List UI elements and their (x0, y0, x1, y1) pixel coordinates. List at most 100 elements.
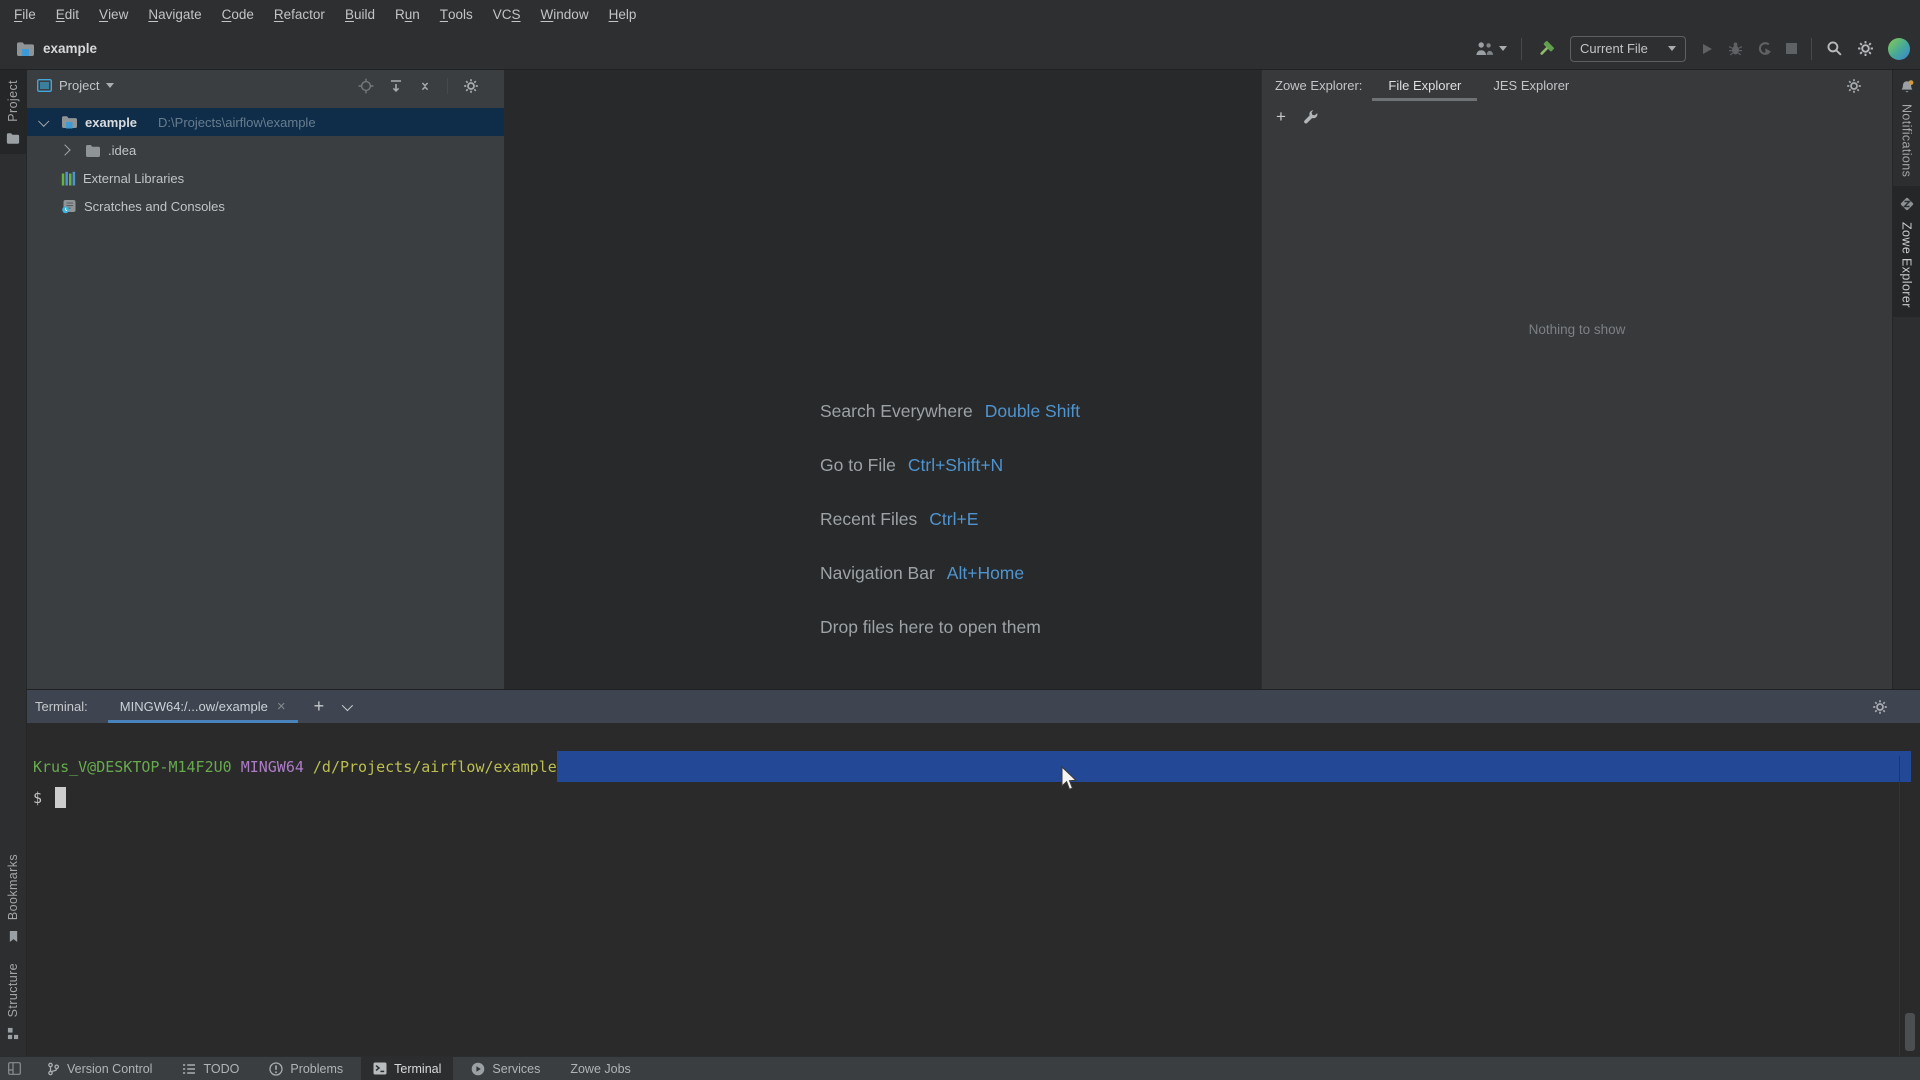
terminal-input-line[interactable]: $ (33, 782, 67, 813)
add-profile-button[interactable]: + (1276, 108, 1286, 125)
menu-bar: File Edit View Navigate Code Refactor Bu… (0, 0, 1920, 28)
menu-item[interactable]: File (4, 0, 46, 28)
run-configuration-select[interactable]: Current File (1570, 35, 1686, 62)
terminal-output[interactable]: Krus_V@DESKTOP-M14F2U0 MINGW64 /d/Projec… (27, 723, 1920, 1057)
tool-tab-notifications-label: Notifications (1899, 104, 1914, 178)
close-icon[interactable]: × (277, 698, 286, 715)
menu-item[interactable]: Code (212, 0, 264, 28)
tool-tab-structure[interactable]: Structure (0, 953, 27, 1050)
code-with-me-button[interactable] (1475, 41, 1507, 56)
menu-item[interactable]: Build (335, 0, 385, 28)
gear-icon[interactable] (463, 78, 479, 94)
tree-row-scratches[interactable]: Scratches and Consoles (27, 192, 504, 220)
tool-window-switcher-button[interactable] (0, 1057, 29, 1080)
editor-area: Search Everywhere Double Shift Go to Fil… (505, 70, 1261, 689)
toolbar-separator (447, 77, 448, 94)
menu-item[interactable]: Run (385, 0, 430, 28)
shortcut-row: Search Everywhere Double Shift (820, 384, 1080, 438)
scratches-icon (61, 199, 77, 214)
terminal-env: MINGW64 (240, 757, 304, 776)
project-widget[interactable]: example (0, 41, 97, 57)
statusbar-todo[interactable]: TODO (170, 1057, 251, 1080)
zowe-icon (1898, 195, 1916, 213)
terminal-user-host: Krus_V@DESKTOP-M14F2U0 (33, 757, 232, 776)
menu-item[interactable]: VC S (483, 0, 531, 28)
terminal-tab[interactable]: MINGW64:/...ow/example × (108, 690, 298, 723)
tool-tab-project[interactable]: Project (0, 70, 27, 154)
services-icon (471, 1062, 485, 1076)
search-icon (1826, 40, 1843, 57)
statusbar-zowe-jobs[interactable]: Zowe Jobs (558, 1057, 642, 1080)
statusbar-services[interactable]: Services (459, 1057, 552, 1080)
project-panel-header: Project (27, 70, 504, 101)
statusbar-item-label: TODO (203, 1061, 240, 1076)
chevron-down-icon[interactable] (341, 699, 354, 711)
tab-file-explorer[interactable]: File Explorer (1372, 70, 1477, 101)
tree-row-idea[interactable]: .idea (27, 136, 504, 164)
menu-item[interactable]: Navigate (138, 0, 211, 28)
stop-button[interactable] (1786, 43, 1797, 54)
gear-icon[interactable] (1872, 699, 1888, 715)
run-configuration-value: Current File (1580, 41, 1648, 56)
tab-jes-explorer[interactable]: JES Explorer (1477, 70, 1585, 101)
chevron-down-icon[interactable] (106, 83, 115, 88)
tree-row-example[interactable]: example D:\Projects\airflow\example (27, 108, 504, 136)
menu-item[interactable]: View (89, 0, 138, 28)
toolbar-separator (1811, 37, 1812, 60)
gear-icon[interactable] (1846, 78, 1862, 94)
terminal-cursor (55, 787, 67, 808)
user-avatar[interactable] (1888, 37, 1910, 60)
scrollbar-thumb[interactable] (1905, 1013, 1915, 1051)
terminal-prompt-symbol: $ (33, 788, 43, 807)
chevron-down-icon (1668, 46, 1676, 51)
main-toolbar: example Current File (0, 28, 1920, 70)
statusbar-version-control[interactable]: Version Control (35, 1057, 164, 1080)
chevron-down-icon[interactable] (38, 115, 50, 127)
left-tool-strip: Project Bookmarks Structure (0, 70, 27, 1056)
settings-button[interactable] (1857, 40, 1874, 57)
tree-node-label: Scratches and Consoles (84, 198, 225, 214)
shortcut-keys: Ctrl+E (929, 508, 979, 529)
shortcut-label: Recent Files (820, 508, 918, 529)
debug-button[interactable] (1728, 41, 1743, 56)
zowe-toolbar: + (1262, 101, 1892, 132)
terminal-actions (1872, 690, 1920, 723)
menu-item[interactable]: Window (531, 0, 599, 28)
project-name: example (43, 41, 98, 56)
tool-tab-notifications[interactable]: Notifications (1893, 70, 1920, 186)
tool-tab-structure-label: Structure (6, 962, 20, 1017)
build-button[interactable] (1536, 39, 1556, 59)
structure-icon (7, 1027, 20, 1040)
tree-row-external-libraries[interactable]: External Libraries (27, 164, 504, 192)
terminal-scrollbar[interactable] (1899, 756, 1920, 1057)
expand-all-icon[interactable] (389, 79, 403, 93)
project-panel-title[interactable]: Project (59, 78, 99, 93)
toolbar-separator (1521, 37, 1522, 60)
tool-tab-bookmarks[interactable]: Bookmarks (0, 844, 27, 953)
statusbar-problems[interactable]: Problems (257, 1057, 355, 1080)
empty-state-text: Nothing to show (1528, 322, 1626, 337)
tool-tab-bookmarks-label: Bookmarks (6, 853, 20, 920)
tool-tab-zowe-explorer[interactable]: Zowe Explorer (1892, 186, 1920, 318)
tool-tab-zowe-explorer-label: Zowe Explorer (1899, 222, 1914, 309)
locate-file-icon[interactable] (358, 78, 374, 94)
wrench-icon[interactable] (1303, 109, 1318, 124)
project-folder-icon (61, 115, 78, 129)
search-everywhere-button[interactable] (1826, 40, 1843, 57)
menu-item[interactable]: Help (599, 0, 647, 28)
collapse-all-icon[interactable] (418, 79, 432, 93)
menu-item[interactable]: Tools (430, 0, 483, 28)
new-terminal-button[interactable]: + (314, 696, 325, 717)
zowe-panel-actions (1846, 70, 1892, 101)
window-grid-icon (8, 1062, 21, 1075)
run-button[interactable] (1700, 42, 1714, 56)
chevron-right-icon[interactable] (59, 144, 71, 156)
menu-item[interactable]: Edit (46, 0, 89, 28)
chevron-down-icon (1499, 46, 1507, 51)
run-coverage-button[interactable] (1757, 41, 1772, 56)
todo-list-icon (182, 1063, 196, 1075)
statusbar-terminal[interactable]: Terminal (361, 1057, 454, 1080)
terminal-prompt-line: Krus_V@DESKTOP-M14F2U0 MINGW64 /d/Projec… (33, 751, 1920, 782)
menu-item[interactable]: Refactor (264, 0, 335, 28)
tree-node-label: example (85, 114, 138, 130)
